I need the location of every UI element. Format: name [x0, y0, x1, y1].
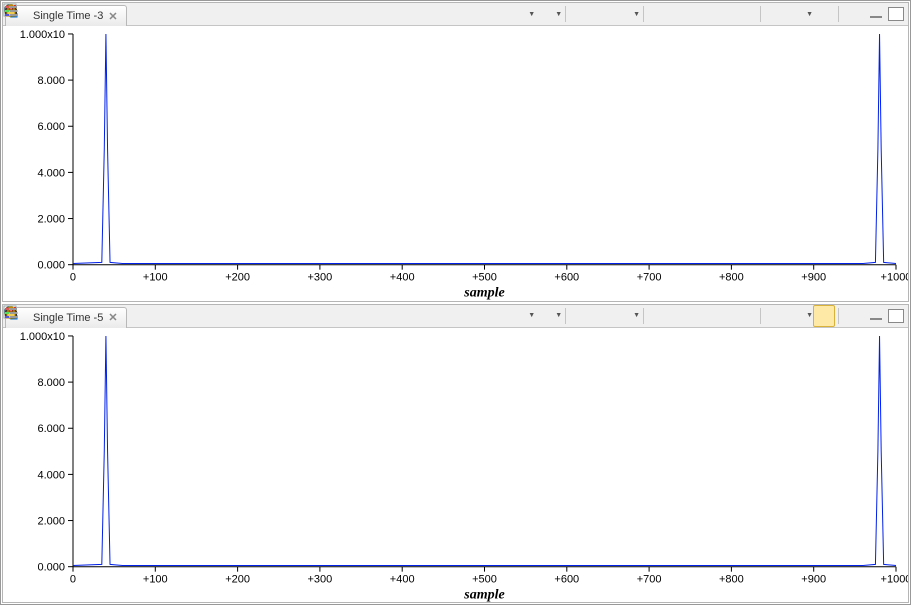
- x-tick-label: +900: [801, 573, 826, 585]
- tab-bar: Single Time -5✕▼▼▼H▼: [3, 305, 908, 328]
- x-tick-label: +100: [143, 573, 168, 585]
- y-tick-label: 4.000: [37, 167, 65, 179]
- y-tick-label: 0.000: [37, 260, 65, 272]
- y-tick-label: 1.000x10: [20, 330, 65, 342]
- y-tick-label: 8.000: [37, 75, 65, 87]
- x-tick-label: +200: [225, 573, 250, 585]
- chart-area[interactable]: 0.000 2.000 4.000 6.000 8.000 1.000x10 0 +100 +2…: [3, 328, 908, 603]
- x-tick-label: 0: [70, 272, 76, 284]
- x-tick-label: +600: [554, 272, 579, 284]
- series-trace: [73, 335, 896, 565]
- x-axis-label: sample: [463, 587, 504, 602]
- options-button[interactable]: [842, 3, 864, 25]
- toolbar: ▼▼▼H▼: [442, 305, 908, 327]
- x-tick-label: +200: [225, 272, 250, 284]
- y-tick-label: 2.000: [37, 214, 65, 226]
- y-tick-label: 2.000: [37, 515, 65, 527]
- x-tick-label: +500: [472, 272, 497, 284]
- chart-area[interactable]: 0.000 2.000 4.000 6.000 8.000 1.000x10 0 +100 +2…: [3, 26, 908, 301]
- chart-panel: Single Time -3✕▼▼▼H▼ 0.000 2.000 4.000 6.000…: [2, 2, 909, 302]
- y-tick-label: 0.000: [37, 561, 65, 573]
- x-tick-label: 0: [70, 573, 76, 585]
- y-tick-label: 8.000: [37, 377, 65, 389]
- toolbar: ▼▼▼H▼: [442, 3, 908, 25]
- x-tick-label: +500: [472, 573, 497, 585]
- x-tick-label: +900: [801, 272, 826, 284]
- x-tick-label: +400: [390, 573, 415, 585]
- x-tick-label: +800: [719, 573, 744, 585]
- chart-panel: Single Time -5✕▼▼▼H▼ 0.000 2.000 4.000 6.000…: [2, 304, 909, 604]
- x-tick-label: +700: [637, 272, 662, 284]
- tab-bar: Single Time -3✕▼▼▼H▼: [3, 3, 908, 26]
- x-axis-label: sample: [463, 286, 504, 301]
- app-root: Single Time -3✕▼▼▼H▼ 0.000 2.000 4.000 6.000…: [0, 0, 911, 605]
- y-tick-label: 6.000: [37, 121, 65, 133]
- series-trace: [73, 34, 896, 264]
- x-tick-label: +1000: [881, 272, 908, 284]
- x-tick-label: +1000: [881, 573, 908, 585]
- x-tick-label: +400: [390, 272, 415, 284]
- x-tick-label: +700: [637, 573, 662, 585]
- y-tick-label: 6.000: [37, 423, 65, 435]
- x-tick-label: +100: [143, 272, 168, 284]
- y-tick-label: 4.000: [37, 469, 65, 481]
- x-tick-label: +800: [719, 272, 744, 284]
- y-tick-label: 1.000x10: [20, 29, 65, 41]
- x-tick-label: +300: [308, 573, 333, 585]
- x-tick-label: +600: [554, 573, 579, 585]
- x-tick-label: +300: [308, 272, 333, 284]
- options-button[interactable]: [842, 305, 864, 327]
